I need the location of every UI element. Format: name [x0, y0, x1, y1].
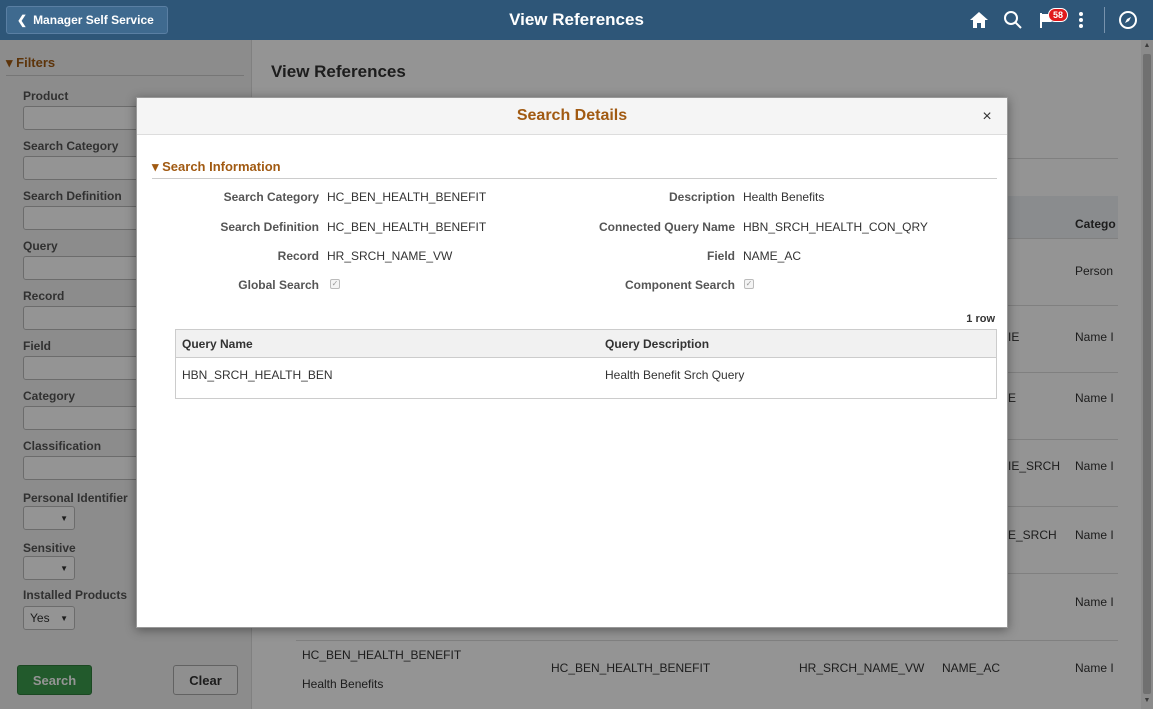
search-icon[interactable] [996, 6, 1030, 34]
field-value: NAME_AC [743, 249, 802, 263]
modal-title: Search Details [516, 107, 628, 124]
connected-query-name-value: HBN_SRCH_HEALTH_CON_QRY [743, 220, 928, 234]
query-table-header: Query Name Query Description [176, 330, 996, 358]
search-details-modal: Search Details × ▾ Search Information Se… [136, 97, 1008, 628]
close-icon[interactable]: × [979, 108, 995, 126]
description-value: Health Benefits [743, 190, 825, 204]
query-description-column-header: Query Description [605, 337, 710, 351]
query-description-cell: Health Benefit Srch Query [605, 368, 745, 382]
search-category-label: Search Category [223, 190, 319, 204]
component-search-label: Component Search [624, 278, 735, 292]
home-icon[interactable] [962, 6, 996, 34]
global-search-label: Global Search [238, 278, 319, 292]
search-definition-value: HC_BEN_HEALTH_BENEFIT [327, 220, 487, 234]
header-divider [1104, 7, 1105, 33]
header-bar: ❮ Manager Self Service View References 5… [0, 0, 1153, 40]
notifications-button[interactable]: 58 [1030, 6, 1069, 34]
compass-icon[interactable] [1111, 6, 1145, 34]
record-value: HR_SRCH_NAME_VW [327, 249, 453, 263]
search-definition-label: Search Definition [220, 220, 319, 234]
description-label: Description [668, 190, 735, 204]
search-information-section-toggle[interactable]: ▾ Search Information [152, 159, 997, 179]
back-button-label: Manager Self Service [33, 13, 154, 27]
connected-query-name-label: Connected Query Name [598, 220, 735, 234]
record-label: Record [277, 249, 319, 263]
search-category-value: HC_BEN_HEALTH_BENEFIT [327, 190, 487, 204]
modal-header: Search Details × [137, 98, 1007, 135]
chevron-left-icon: ❮ [17, 13, 28, 27]
table-row: HBN_SRCH_HEALTH_BEN Health Benefit Srch … [176, 358, 996, 398]
row-count: 1 row [966, 313, 995, 325]
global-search-checkbox: ✓ [330, 279, 340, 289]
query-name-cell: HBN_SRCH_HEALTH_BEN [182, 368, 333, 382]
query-table: Query Name Query Description HBN_SRCH_HE… [175, 329, 997, 399]
component-search-checkbox: ✓ [744, 279, 754, 289]
more-vertical-icon[interactable] [1064, 6, 1098, 34]
query-name-column-header: Query Name [182, 337, 253, 351]
field-label: Field [706, 249, 735, 263]
back-button[interactable]: ❮ Manager Self Service [6, 6, 168, 34]
